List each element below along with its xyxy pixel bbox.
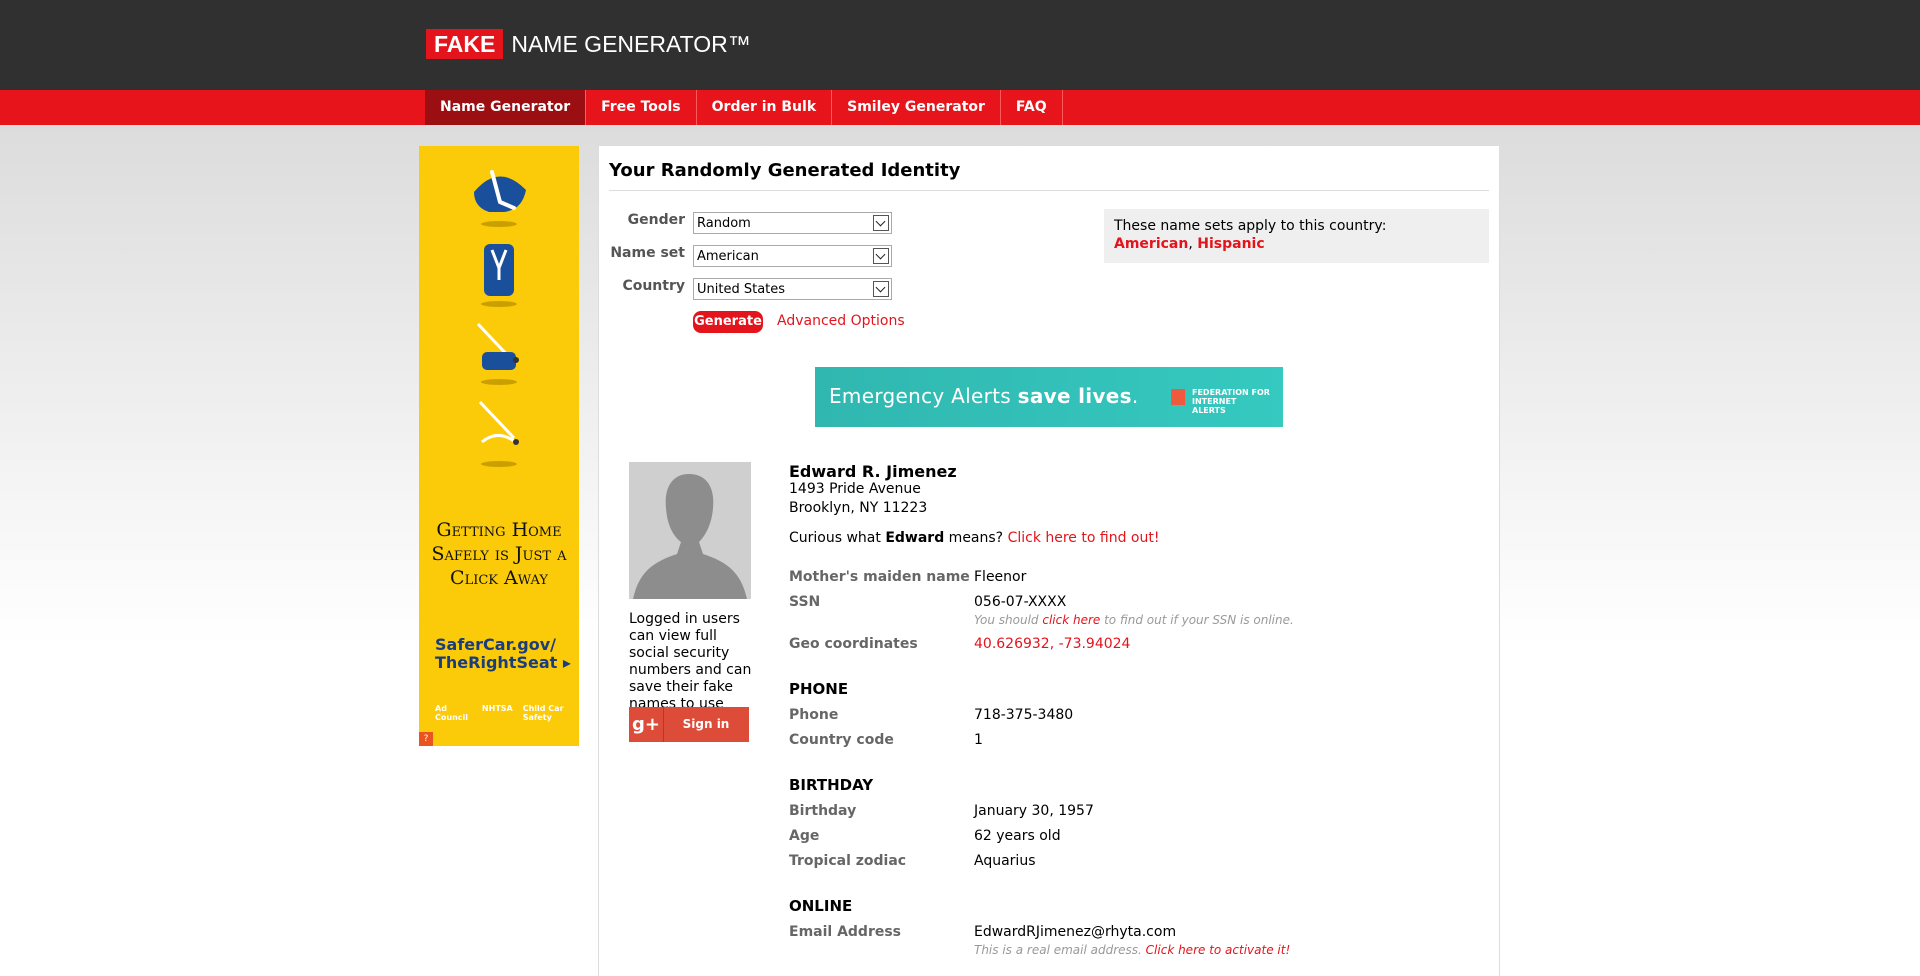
- phone-section-heading: PHONE: [789, 680, 849, 698]
- infant-seat-icon: [474, 170, 526, 227]
- age-value: 62 years old: [974, 828, 1061, 844]
- birthday-label: Birthday: [789, 803, 857, 819]
- google-plus-icon: g+: [629, 707, 664, 742]
- ssn-note-pre: You should: [974, 613, 1043, 627]
- ssn-note-post: to find out if your SSN is online.: [1100, 613, 1294, 627]
- zodiac-label: Tropical zodiac: [789, 853, 907, 869]
- phone-label: Phone: [789, 707, 839, 723]
- avatar: [629, 462, 751, 599]
- chevron-down-icon: [873, 248, 889, 264]
- curious-mid: means?: [944, 530, 1008, 546]
- banner-text-light: Emergency Alerts: [829, 384, 1018, 408]
- nameset-info-text: These name sets apply to this country:: [1114, 218, 1387, 234]
- nameset-info-box: These name sets apply to this country: A…: [1104, 209, 1489, 263]
- flag-icon: [1171, 389, 1185, 405]
- ad-council-logo: Ad Council: [435, 704, 468, 722]
- nameset-link-hispanic[interactable]: Hispanic: [1197, 236, 1264, 252]
- nhtsa-logo: NHTSA: [481, 704, 513, 713]
- phone-value: 718-375-3480: [974, 707, 1074, 723]
- name-meaning-line: Curious what Edward means? Click here to…: [789, 530, 1159, 546]
- address-city: Brooklyn, NY 11223: [789, 500, 928, 516]
- email-note: This is a real email address. Click here…: [974, 943, 1290, 957]
- nameset-link-american[interactable]: American: [1114, 236, 1188, 252]
- side-advertisement[interactable]: Getting Home Safely is Just a Click Away…: [419, 146, 579, 746]
- age-label: Age: [789, 828, 820, 844]
- maiden-name-label: Mother's maiden name: [789, 569, 970, 585]
- google-signin-button[interactable]: g+ Sign in: [629, 707, 749, 742]
- email-activate-link[interactable]: Click here to activate it!: [1146, 943, 1291, 957]
- ssn-check-link[interactable]: click here: [1042, 613, 1100, 627]
- page-title: Your Randomly Generated Identity: [609, 160, 961, 181]
- nav-name-generator[interactable]: Name Generator: [425, 90, 587, 125]
- nav-order-in-bulk[interactable]: Order in Bulk: [697, 90, 833, 125]
- ad-headline: Getting Home Safely is Just a Click Away: [431, 519, 567, 589]
- ad-info-icon[interactable]: ?: [419, 732, 433, 746]
- ssn-value: 056-07-XXXX: [974, 594, 1067, 610]
- site-logo[interactable]: FAKE NAME GENERATOR™: [426, 29, 751, 59]
- email-note-pre: This is a real email address.: [974, 943, 1146, 957]
- child-car-safety-logo: Child Car Safety: [522, 704, 564, 722]
- country-label: Country: [622, 278, 685, 294]
- generate-button[interactable]: Generate: [693, 311, 763, 333]
- convertible-seat-icon: [481, 244, 517, 307]
- country-select-value: United States: [697, 282, 786, 297]
- gender-select-value: Random: [697, 216, 751, 231]
- gender-select[interactable]: Random: [693, 212, 892, 234]
- logo-fake: FAKE: [426, 29, 504, 59]
- title-divider: [609, 190, 1489, 191]
- nameset-label: Name set: [610, 245, 685, 261]
- nav-faq[interactable]: FAQ: [1001, 90, 1063, 125]
- ad-link[interactable]: SaferCar.gov/ TheRightSeat ▸: [435, 636, 579, 672]
- chevron-down-icon: [873, 281, 889, 297]
- country-code-value: 1: [974, 732, 983, 748]
- country-select[interactable]: United States: [693, 278, 892, 300]
- advanced-options-link[interactable]: Advanced Options: [777, 313, 905, 329]
- online-section-heading: ONLINE: [789, 897, 853, 915]
- curious-pre: Curious what: [789, 530, 886, 546]
- birthday-section-heading: BIRTHDAY: [789, 776, 874, 794]
- geo-label: Geo coordinates: [789, 636, 918, 652]
- ad-logos: Ad Council NHTSA Child Car Safety: [435, 704, 579, 722]
- seat-belt-icon: [478, 400, 519, 467]
- banner-advertisement[interactable]: Emergency Alerts save lives. FEDERATION …: [815, 367, 1283, 427]
- zodiac-value: Aquarius: [974, 853, 1036, 869]
- nameset-select-value: American: [697, 249, 759, 264]
- banner-text-bold: save lives: [1017, 384, 1132, 408]
- banner-org: FEDERATION FOR INTERNET ALERTS: [1192, 388, 1270, 415]
- address-street: 1493 Pride Avenue: [789, 481, 921, 497]
- geo-link[interactable]: 40.626932, -73.94024: [974, 636, 1130, 652]
- signin-label: Sign in: [682, 717, 730, 731]
- email-value: EdwardRJimenez@rhyta.com: [974, 924, 1177, 940]
- ssn-note: You should click here to find out if you…: [974, 613, 1294, 627]
- booster-seat-icon: [476, 322, 519, 385]
- nav-smiley-generator[interactable]: Smiley Generator: [832, 90, 1001, 125]
- identity-panel: Your Randomly Generated Identity Gender …: [598, 146, 1500, 976]
- country-code-label: Country code: [789, 732, 894, 748]
- nameset-separator: ,: [1188, 236, 1198, 252]
- header-bar: [0, 0, 1920, 90]
- banner-text-dot: .: [1131, 384, 1139, 408]
- identity-name: Edward R. Jimenez: [789, 462, 957, 481]
- nameset-select[interactable]: American: [693, 245, 892, 267]
- ssn-label: SSN: [789, 594, 821, 610]
- name-meaning-link[interactable]: Click here to find out!: [1008, 530, 1160, 546]
- person-silhouette-icon: [633, 474, 747, 599]
- email-label: Email Address: [789, 924, 902, 940]
- logo-name-generator: NAME GENERATOR™: [511, 30, 751, 57]
- first-name: Edward: [885, 530, 945, 546]
- nav-free-tools[interactable]: Free Tools: [586, 90, 697, 125]
- gender-label: Gender: [627, 212, 685, 228]
- chevron-down-icon: [873, 215, 889, 231]
- birthday-value: January 30, 1957: [974, 803, 1094, 819]
- maiden-name-value: Fleenor: [974, 569, 1027, 585]
- main-nav: Name Generator Free Tools Order in Bulk …: [425, 90, 1063, 125]
